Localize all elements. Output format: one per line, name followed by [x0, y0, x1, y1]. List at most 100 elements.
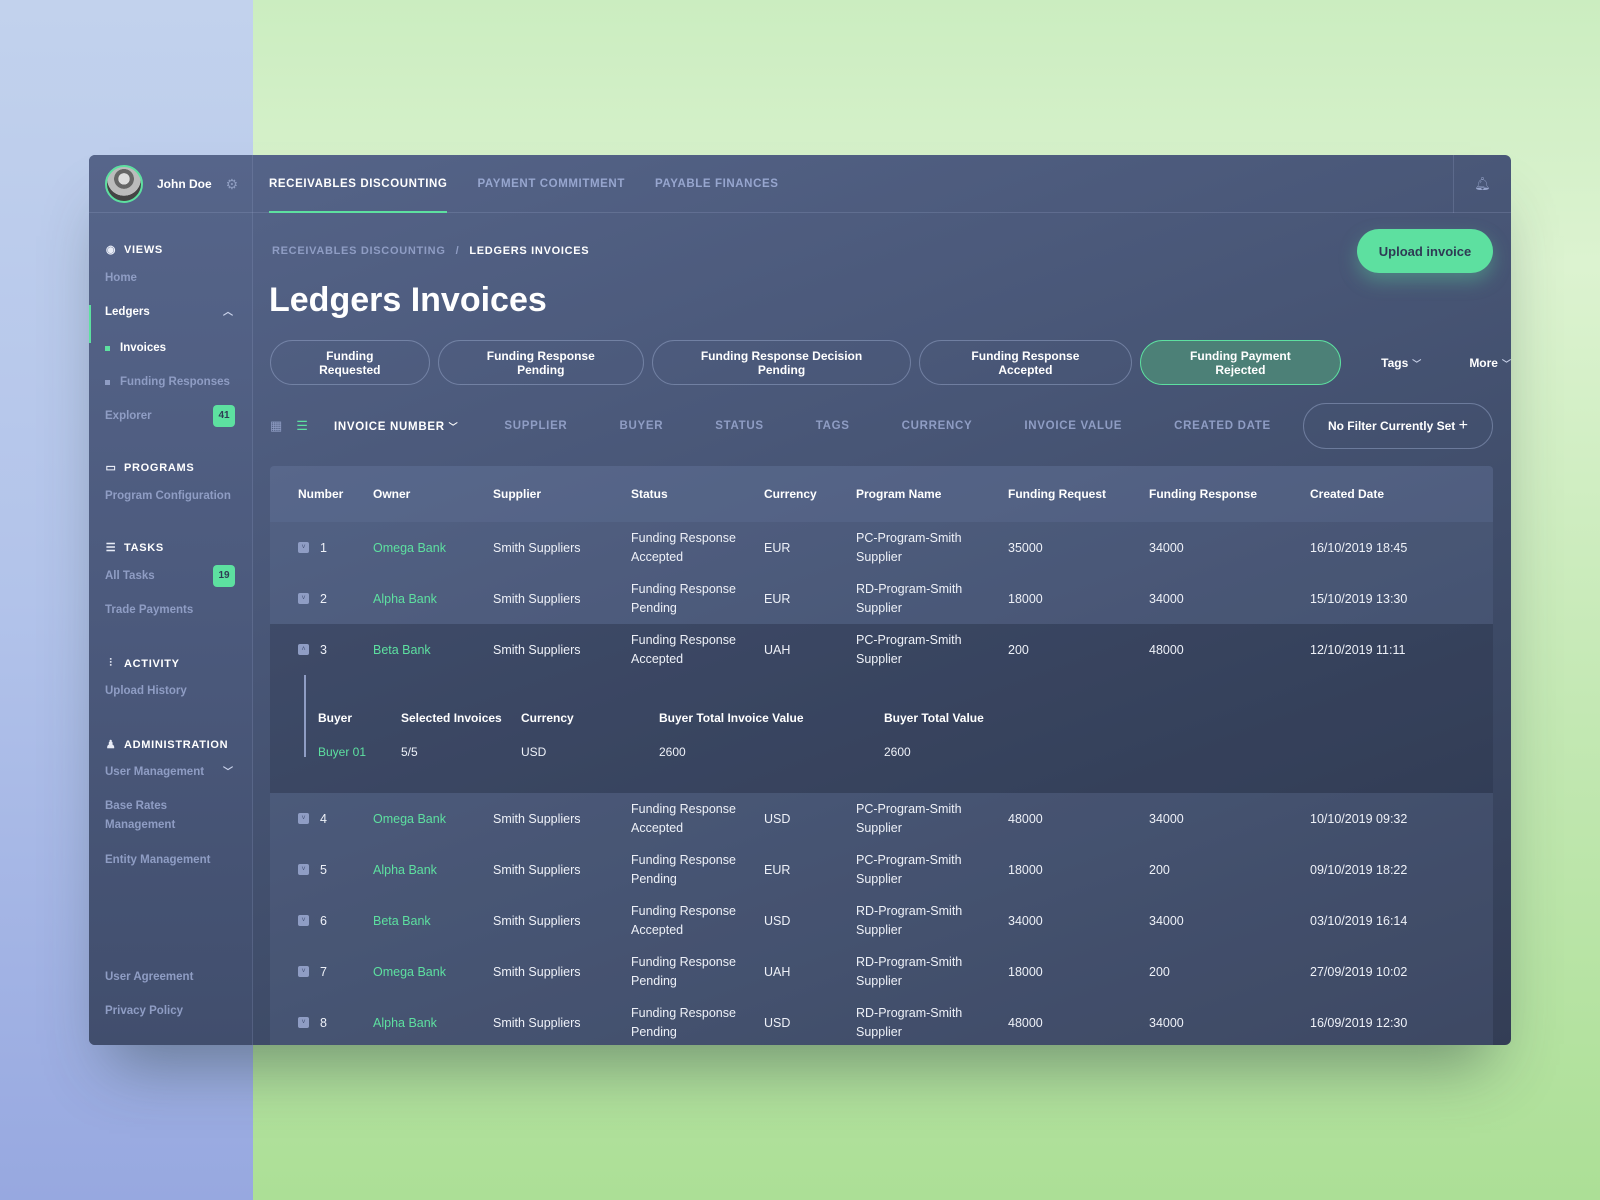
chip-funding-requested[interactable]: Funding Requested	[270, 340, 430, 385]
page-title: Ledgers Invoices	[269, 281, 547, 319]
filter-currency[interactable]: CURRENCY	[902, 420, 973, 432]
more-dropdown[interactable]: More ﹀	[1469, 356, 1511, 370]
collapse-icon[interactable]: ˄	[298, 644, 309, 655]
chip-funding-response-decision-pending[interactable]: Funding Response Decision Pending	[651, 340, 912, 385]
row-number: 2	[320, 591, 327, 606]
sidebar-item-entity-management[interactable]: Entity Management	[105, 851, 245, 870]
expand-icon[interactable]: ˅	[298, 966, 309, 977]
user-profile[interactable]: John Doe ⚙	[105, 165, 238, 203]
filter-tags[interactable]: TAGS	[816, 420, 850, 432]
add-filter-button[interactable]: No Filter Currently Set +	[1302, 403, 1493, 449]
col-supplier[interactable]: Supplier	[493, 487, 631, 501]
cell-owner[interactable]: Omega Bank	[373, 541, 493, 555]
expand-icon[interactable]: ˅	[298, 542, 309, 553]
filter-created-date[interactable]: CREATED DATE	[1174, 420, 1271, 432]
chip-funding-response-pending[interactable]: Funding Response Pending	[437, 340, 644, 385]
filter-invoice-value[interactable]: INVOICE VALUE	[1024, 420, 1122, 432]
dropdown-label: More	[1469, 355, 1498, 370]
upload-invoice-button[interactable]: Upload invoice	[1357, 229, 1493, 273]
tags-dropdown[interactable]: Tags ﹀	[1381, 356, 1421, 370]
cell-program: PC-Program-Smith Supplier	[856, 852, 962, 886]
cell-owner[interactable]: Alpha Bank	[373, 863, 493, 877]
link-privacy-policy[interactable]: Privacy Policy	[105, 1002, 235, 1021]
cell-currency: USD	[764, 811, 791, 826]
chip-funding-payment-rejected[interactable]: Funding Payment Rejected	[1139, 340, 1342, 385]
table-row[interactable]: ˅ 7 Omega Bank Smith Suppliers Funding Respo…	[270, 946, 1493, 997]
row-number: 6	[320, 913, 327, 928]
chevron-down-icon: ﹀	[1412, 358, 1422, 369]
filter-supplier[interactable]: SUPPLIER	[504, 420, 567, 432]
grid-view-icon[interactable]: ▦	[270, 418, 282, 434]
gear-icon[interactable]: ⚙	[226, 176, 239, 193]
col-number[interactable]: Number	[270, 487, 373, 501]
tab-payable-finances[interactable]: PAYABLE FINANCES	[655, 155, 779, 213]
expand-icon[interactable]: ˅	[298, 593, 309, 604]
row-group: ˅ 4 Omega Bank Smith Suppliers Funding Respo…	[270, 793, 1493, 1045]
item-label: Invoices	[120, 342, 167, 354]
col-funding-response[interactable]: Funding Response	[1149, 487, 1310, 501]
sidebar-item-user-management[interactable]: User Management ﹀	[105, 763, 235, 782]
col-program-name[interactable]: Program Name	[856, 485, 1008, 504]
item-label: Ledgers	[105, 306, 150, 318]
col-created-date[interactable]: Created Date	[1310, 487, 1440, 501]
col-currency[interactable]: Currency	[764, 487, 856, 501]
cell-created-date: 03/10/2019 16:14	[1310, 913, 1408, 928]
sidebar-item-ledgers[interactable]: Ledgers ︿	[105, 303, 235, 322]
sidebar-item-funding-responses[interactable]: Funding Responses	[105, 376, 230, 388]
cell-funding-request: 18000	[1008, 591, 1043, 606]
cell-owner[interactable]: Alpha Bank	[373, 1016, 493, 1030]
avatar[interactable]	[105, 165, 143, 203]
table-row[interactable]: ˄ 3 Beta Bank Smith Suppliers Funding Respon…	[270, 624, 1493, 675]
sidebar-item-all-tasks[interactable]: All Tasks 19	[105, 565, 235, 587]
sidebar-item-trade-payments[interactable]: Trade Payments	[105, 601, 235, 620]
table-row[interactable]: ˅ 4 Omega Bank Smith Suppliers Funding Respo…	[270, 793, 1493, 844]
expand-icon[interactable]: ˅	[298, 1017, 309, 1028]
sidebar-item-upload-history[interactable]: Upload History	[105, 682, 235, 701]
filter-buyer[interactable]: BUYER	[619, 420, 663, 432]
table-row[interactable]: ˅ 2 Alpha Bank Smith Suppliers Funding Respo…	[270, 573, 1493, 624]
item-label: Explorer	[105, 410, 152, 422]
tab-payment-commitment[interactable]: PAYMENT COMMITMENT	[477, 155, 625, 213]
cell-owner[interactable]: Omega Bank	[373, 812, 493, 826]
cell-owner[interactable]: Beta Bank	[373, 643, 493, 657]
sidebar-item-invoices[interactable]: Invoices	[105, 342, 166, 354]
table-row[interactable]: ˅ 6 Beta Bank Smith Suppliers Funding Respon…	[270, 895, 1493, 946]
buyer-link[interactable]: Buyer 01	[318, 745, 366, 759]
expand-icon[interactable]: ˅	[298, 813, 309, 824]
cell-funding-response: 34000	[1149, 540, 1184, 555]
cell-funding-response: 34000	[1149, 913, 1184, 928]
breadcrumb-parent[interactable]: RECEIVABLES DISCOUNTING	[272, 245, 446, 257]
sidebar-item-program-configuration[interactable]: Program Configuration	[105, 487, 245, 506]
cell-owner[interactable]: Omega Bank	[373, 965, 493, 979]
link-user-agreement[interactable]: User Agreement	[105, 968, 235, 987]
cell-status: Funding Response Pending	[631, 1005, 736, 1039]
sidebar-item-base-rates[interactable]: Base Rates Management	[105, 797, 195, 835]
sidebar-item-explorer[interactable]: Explorer 41	[105, 405, 235, 427]
cell-currency: UAH	[764, 964, 791, 979]
cell-currency: USD	[764, 1015, 791, 1030]
filter-status[interactable]: STATUS	[715, 420, 764, 432]
section-label: TASKS	[124, 541, 164, 554]
notifications-button[interactable]: 🔔︎	[1453, 155, 1511, 213]
col-owner[interactable]: Owner	[373, 487, 493, 501]
col-funding-request[interactable]: Funding Request	[1008, 487, 1149, 501]
cell-funding-request: 34000	[1008, 913, 1043, 928]
cell-owner[interactable]: Alpha Bank	[373, 592, 493, 606]
expand-icon[interactable]: ˅	[298, 915, 309, 926]
chip-funding-response-accepted[interactable]: Funding Response Accepted	[919, 340, 1132, 385]
cell-owner[interactable]: Beta Bank	[373, 914, 493, 928]
cell-funding-request: 48000	[1008, 811, 1043, 826]
breadcrumb-separator: /	[455, 245, 460, 257]
list-view-icon[interactable]: ☰	[296, 418, 308, 434]
col-status[interactable]: Status	[631, 485, 764, 504]
table-row[interactable]: ˅ 5 Alpha Bank Smith Suppliers Funding Respo…	[270, 844, 1493, 895]
chevron-down-icon: ﹀	[448, 421, 459, 432]
sidebar-item-home[interactable]: Home	[105, 269, 235, 288]
table-row[interactable]: ˅ 1 Omega Bank Smith Suppliers Funding Respo…	[270, 522, 1493, 573]
table-row[interactable]: ˅ 8 Alpha Bank Smith Suppliers Funding Respo…	[270, 997, 1493, 1045]
section-label: VIEWS	[124, 243, 163, 256]
filter-invoice-number[interactable]: INVOICE NUMBER ﹀	[334, 420, 458, 433]
expand-icon[interactable]: ˅	[298, 864, 309, 875]
cell-funding-request: 35000	[1008, 540, 1043, 555]
tab-receivables-discounting[interactable]: RECEIVABLES DISCOUNTING	[269, 155, 448, 213]
